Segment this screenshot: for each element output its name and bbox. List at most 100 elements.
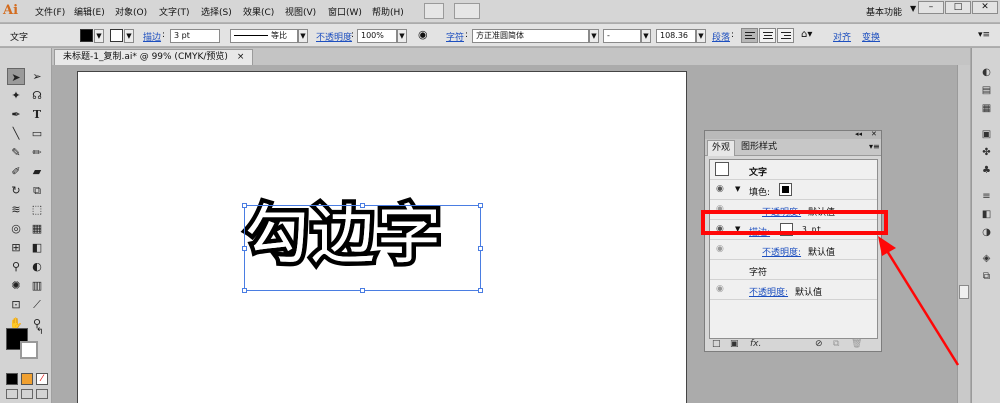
scale-tool-icon[interactable]: ⧉ <box>28 182 46 199</box>
perspective-grid-tool-icon[interactable]: ▦ <box>28 220 46 237</box>
opacity-link[interactable]: 不透明度 <box>316 30 352 43</box>
magic-wand-tool-icon[interactable]: ✦ <box>7 87 25 104</box>
menu-effect[interactable]: 效果(C) <box>243 5 274 18</box>
layers-panel-icon[interactable]: ◈ <box>979 252 994 265</box>
font-family-chevron-icon[interactable]: ▼ <box>589 29 599 43</box>
minimize-button[interactable]: – <box>918 1 944 14</box>
close-button[interactable]: ✕ <box>972 1 998 14</box>
blob-brush-tool-icon[interactable]: ✐ <box>7 163 25 180</box>
font-style-field[interactable]: - <box>603 29 641 43</box>
menu-help[interactable]: 帮助(H) <box>372 5 404 18</box>
selection-tool-icon[interactable]: ➤ <box>7 68 25 85</box>
panel-menu-icon[interactable]: ▾≡ <box>978 30 990 40</box>
align-center-button[interactable] <box>759 28 776 43</box>
list-item[interactable]: ◉ ▼ 填色: <box>710 180 877 200</box>
fill-dropdown[interactable]: ▼ <box>94 29 104 43</box>
brushes-panel-icon[interactable]: ▣ <box>979 128 994 141</box>
draw-inside-icon[interactable] <box>36 389 48 399</box>
bridge-icon[interactable] <box>424 3 444 19</box>
opacity-field[interactable]: 100% <box>357 29 397 43</box>
fill-swatch[interactable] <box>779 183 792 196</box>
menu-file[interactable]: 文件(F) <box>35 5 65 18</box>
align-right-button[interactable] <box>777 28 794 43</box>
draw-behind-icon[interactable] <box>21 389 33 399</box>
disclosure-triangle-icon[interactable]: ▼ <box>735 185 740 193</box>
color-guide-icon[interactable]: ▤ <box>979 84 994 97</box>
gradient-panel-icon[interactable]: ◧ <box>979 208 994 221</box>
stroke-weight-field[interactable]: 3 pt <box>170 29 220 43</box>
tab-appearance[interactable]: 外观 <box>707 140 736 156</box>
font-family-field[interactable]: 方正准圆简体 <box>472 29 589 43</box>
chevron-down-icon[interactable]: ▼ <box>910 4 916 13</box>
align-link[interactable]: 对齐 <box>833 30 851 43</box>
symbols-panel-icon[interactable]: ✤ <box>979 146 994 159</box>
swap-colors-icon[interactable]: ↰ <box>36 327 44 337</box>
panel-menu-icon[interactable]: ▾≡ <box>869 142 880 151</box>
eye-icon[interactable]: ◉ <box>716 244 724 254</box>
document-tab[interactable]: 未标题-1_复制.ai* @ 99% (CMYK/预览) × <box>54 49 254 65</box>
shape-builder-tool-icon[interactable]: ◎ <box>7 220 25 237</box>
resize-handle-tr[interactable] <box>478 203 483 208</box>
stroke-color-swatch[interactable] <box>20 341 38 359</box>
list-item[interactable]: ◉ 不透明度: 默认值 <box>710 240 877 260</box>
graphic-styles-icon[interactable]: ♣ <box>979 164 994 177</box>
artboards-panel-icon[interactable]: ⧉ <box>979 270 994 283</box>
fill-swatch[interactable] <box>80 29 93 42</box>
close-tab-icon[interactable]: × <box>237 52 245 62</box>
tab-graphic-styles[interactable]: 图形样式 <box>737 140 781 156</box>
draw-normal-icon[interactable] <box>6 389 18 399</box>
stroke-swatch[interactable] <box>110 29 123 42</box>
add-effect-icon[interactable]: fx. <box>750 339 761 349</box>
menu-object[interactable]: 对象(O) <box>115 5 147 18</box>
pen-tool-icon[interactable]: ✒ <box>7 106 25 123</box>
none-mode-icon[interactable]: ⁄ <box>36 373 48 385</box>
rectangle-tool-icon[interactable]: ▭ <box>28 125 46 142</box>
line-tool-icon[interactable]: ╲ <box>7 125 25 142</box>
free-transform-tool-icon[interactable]: ⬚ <box>28 201 46 218</box>
recolor-icon[interactable]: ◉ <box>418 28 428 41</box>
direct-selection-tool-icon[interactable]: ➢ <box>28 68 46 85</box>
resize-handle-r[interactable] <box>478 246 483 251</box>
menu-select[interactable]: 选择(S) <box>201 5 232 18</box>
resize-handle-br[interactable] <box>478 288 483 293</box>
menu-view[interactable]: 视图(V) <box>285 5 316 18</box>
lasso-tool-icon[interactable]: ☊ <box>28 87 46 104</box>
stroke-link[interactable]: 描边 <box>143 30 161 43</box>
transparency-panel-icon[interactable]: ◑ <box>979 226 994 239</box>
eraser-tool-icon[interactable]: ▰ <box>28 163 46 180</box>
resize-handle-t[interactable] <box>360 203 365 208</box>
profile-chevron-icon[interactable]: ▼ <box>298 29 308 43</box>
font-style-chevron-icon[interactable]: ▼ <box>641 29 651 43</box>
slice-tool-icon[interactable]: ⟋ <box>28 296 46 313</box>
list-item[interactable]: 文字 <box>710 160 877 180</box>
list-item[interactable]: 字符 <box>710 260 877 280</box>
arrange-documents-icon[interactable] <box>454 3 480 19</box>
menu-edit[interactable]: 编辑(E) <box>74 5 105 18</box>
character-link[interactable]: 字符 <box>446 30 464 43</box>
eye-icon[interactable]: ◉ <box>716 184 724 194</box>
gradient-mode-icon[interactable] <box>21 373 33 385</box>
symbol-sprayer-tool-icon[interactable]: ✺ <box>7 277 25 294</box>
close-icon[interactable]: ✕ <box>871 130 877 138</box>
font-size-chevron-icon[interactable]: ▼ <box>696 29 706 43</box>
envelope-warp-icon[interactable]: ⌂▾ <box>801 29 812 40</box>
workspace-switcher[interactable]: 基本功能 <box>866 5 902 18</box>
transform-link[interactable]: 变换 <box>862 30 880 43</box>
menu-window[interactable]: 窗口(W) <box>328 5 362 18</box>
trash-icon[interactable]: 🗑 <box>851 339 862 349</box>
stroke-panel-icon[interactable]: ≡ <box>979 190 994 203</box>
resize-handle-bl[interactable] <box>242 288 247 293</box>
duplicate-item-icon[interactable]: ⧉ <box>833 339 839 349</box>
resize-handle-l[interactable] <box>242 246 247 251</box>
type-tool-icon[interactable]: T <box>28 106 46 123</box>
pencil-tool-icon[interactable]: ✏ <box>28 144 46 161</box>
eye-icon[interactable]: ◉ <box>716 284 724 294</box>
rotate-tool-icon[interactable]: ↻ <box>7 182 25 199</box>
collapse-icon[interactable]: ◂◂ <box>855 130 862 138</box>
stroke-dropdown[interactable]: ▼ <box>124 29 134 43</box>
add-fill-icon[interactable]: ▣ <box>730 339 739 349</box>
opacity-chevron-icon[interactable]: ▼ <box>397 29 407 43</box>
add-stroke-icon[interactable]: □ <box>712 339 721 349</box>
eyedropper-tool-icon[interactable]: ⚲ <box>7 258 25 275</box>
align-left-button[interactable] <box>741 28 758 43</box>
